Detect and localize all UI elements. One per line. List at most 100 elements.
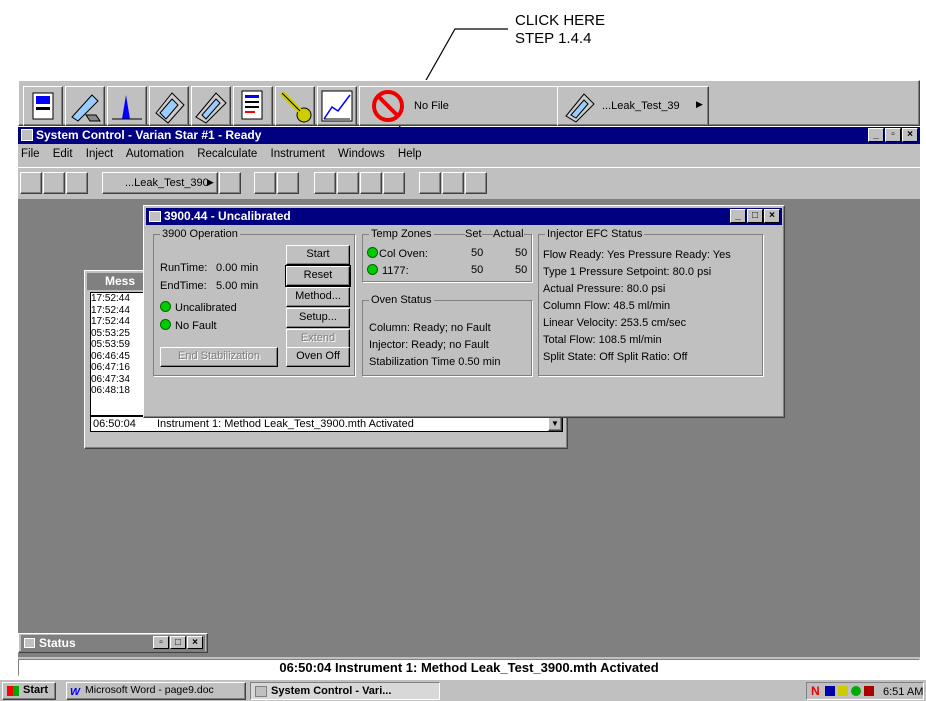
status-bar: 06:50:04 Instrument 1: Method Leak_Test_… (18, 659, 920, 676)
menu-instrument[interactable]: Instrument (271, 148, 325, 160)
security-key-icon[interactable] (275, 86, 315, 126)
window-icon (149, 211, 161, 222)
instrument-icon[interactable] (23, 86, 63, 126)
minimize-button[interactable]: _ (868, 128, 884, 142)
linear-velocity: Linear Velocity: 253.5 cm/sec (543, 317, 687, 329)
menu-edit[interactable]: Edit (53, 148, 73, 160)
arrow-right-icon: ▶ (207, 177, 214, 187)
col-oven-actual: 50 (515, 247, 528, 259)
setup-button[interactable]: Setup... (286, 308, 350, 328)
top-toolbar: No File ...Leak_Test_39 ▶ (18, 80, 920, 126)
current-message-text: Instrument 1: Method Leak_Test_3900.mth … (157, 418, 414, 430)
set-header: Set (465, 228, 482, 240)
app-toolbar: ...Leak_Test_390 ▶ (18, 167, 920, 197)
messages-title: Mess (105, 274, 136, 288)
injector-status: Injector: Ready; no Fault (369, 339, 489, 351)
status-restore-button[interactable]: ▫ (153, 636, 169, 649)
method-button[interactable]: Method... (286, 287, 350, 307)
zone-1177-set: 50 (471, 264, 484, 276)
open-folder-icon[interactable] (66, 172, 88, 194)
n-icon[interactable]: N (811, 684, 820, 698)
uncalibrated-status: Uncalibrated (160, 301, 237, 314)
split-state: Split State: Off Split Ratio: Off (543, 351, 688, 363)
tray-tool-icon[interactable] (838, 686, 848, 696)
inject-icon[interactable] (314, 172, 336, 194)
current-message-combo[interactable]: 06:50:04 Instrument 1: Method Leak_Test_… (90, 416, 563, 432)
tray-network-icon[interactable] (851, 686, 861, 696)
menu-recalculate[interactable]: Recalculate (197, 148, 257, 160)
menu-inject[interactable]: Inject (86, 148, 114, 160)
method-file-icon (565, 93, 595, 123)
dialog-title: 3900.44 - Uncalibrated (164, 209, 291, 223)
smp-icon[interactable] (360, 172, 382, 194)
method-select[interactable]: ...Leak_Test_390 ▶ (102, 172, 218, 194)
report-view-icon[interactable] (254, 172, 276, 194)
menu-windows[interactable]: Windows (338, 148, 385, 160)
start-button[interactable]: Start (2, 682, 56, 700)
oven-status-group: Oven Status Column: Ready; no Fault Inje… (362, 294, 532, 376)
browse-method-icon[interactable] (219, 172, 241, 194)
status-led-icon (160, 301, 171, 312)
tray-app-icon[interactable] (825, 686, 835, 696)
start-button[interactable]: Start (286, 245, 350, 265)
menu-help[interactable]: Help (398, 148, 422, 160)
system-control-icon (255, 686, 267, 697)
extend-button[interactable]: Extend (286, 329, 350, 349)
seq-icon[interactable] (383, 172, 405, 194)
total-flow: Total Flow: 108.5 ml/min (543, 334, 662, 346)
task-word[interactable]: W Microsoft Word - page9.doc (66, 682, 246, 700)
chromatogram-icon[interactable] (107, 86, 147, 126)
status-title-bar[interactable]: Status ▫ □ × (21, 635, 205, 651)
status-close-button[interactable]: × (187, 636, 203, 649)
operation-caption: 3900 Operation (160, 228, 240, 240)
mdi-client-area: Mess 17:52:44 17:52:44 17:52:44 05:53:25… (18, 199, 920, 657)
report-icon[interactable] (233, 86, 273, 126)
stop-icon[interactable] (465, 172, 487, 194)
reset-button[interactable]: Reset (285, 265, 351, 287)
new-icon[interactable] (20, 172, 42, 194)
close-button[interactable]: × (902, 128, 918, 142)
method-file-button[interactable]: ...Leak_Test_39 ▶ (557, 86, 709, 126)
table-row: 1177: (367, 264, 409, 277)
menu-bar: File Edit Inject Automation Recalculate … (18, 148, 920, 165)
pause-icon[interactable] (419, 172, 441, 194)
dialog-close-button[interactable]: × (764, 209, 780, 223)
runtime-value: 0.00 min (216, 262, 259, 274)
status-window-minimized[interactable]: Status ▫ □ × (18, 633, 208, 653)
chevron-down-icon[interactable]: ▼ (548, 417, 562, 431)
task-system-control[interactable]: System Control - Vari... (250, 682, 440, 700)
dialog-maximize-button[interactable]: □ (747, 209, 763, 223)
open-icon[interactable] (43, 172, 65, 194)
screenshot-root: CLICK HERE STEP 1.4.4 No File ...Leak_Te… (0, 0, 926, 701)
dialog-minimize-button[interactable]: _ (730, 209, 746, 223)
instrument-status-window: 3900.44 - Uncalibrated _ □ × 3900 Operat… (143, 205, 785, 418)
calibration-icon[interactable] (317, 86, 357, 126)
status-led-icon (160, 319, 171, 330)
dialog-title-bar[interactable]: 3900.44 - Uncalibrated _ □ × (146, 208, 782, 225)
no-file-button[interactable]: No File (359, 86, 569, 126)
status-window-icon (24, 638, 35, 648)
play-icon[interactable] (442, 172, 464, 194)
sample-list-icon[interactable] (149, 86, 189, 126)
status-view-icon[interactable] (277, 172, 299, 194)
status-maximize-button[interactable]: □ (170, 636, 186, 649)
fault-status: No Fault (160, 319, 217, 332)
actual-header: Actual (493, 228, 524, 240)
restore-button[interactable]: ▫ (885, 128, 901, 142)
app-icon[interactable] (21, 129, 33, 141)
clock[interactable]: 6:51 AM (883, 686, 923, 698)
column-flow: Column Flow: 48.5 ml/min (543, 300, 671, 312)
sequence-icon[interactable] (191, 86, 231, 126)
app-title-bar[interactable]: System Control - Varian Star #1 - Ready … (18, 127, 920, 144)
column-status: Column: Ready; no Fault (369, 322, 491, 334)
rcl-icon[interactable] (337, 172, 359, 194)
menu-file[interactable]: File (21, 148, 40, 160)
temp-zones-caption: Temp Zones (369, 228, 434, 240)
menu-automation[interactable]: Automation (126, 148, 184, 160)
end-stabilization-button[interactable]: End Stabilization (160, 347, 278, 367)
status-led-icon (367, 264, 378, 275)
tray-volume-icon[interactable] (864, 686, 874, 696)
method-edit-icon[interactable] (65, 86, 105, 126)
oven-off-button[interactable]: Oven Off (286, 347, 350, 367)
system-tray: N 6:51 AM (806, 682, 924, 700)
